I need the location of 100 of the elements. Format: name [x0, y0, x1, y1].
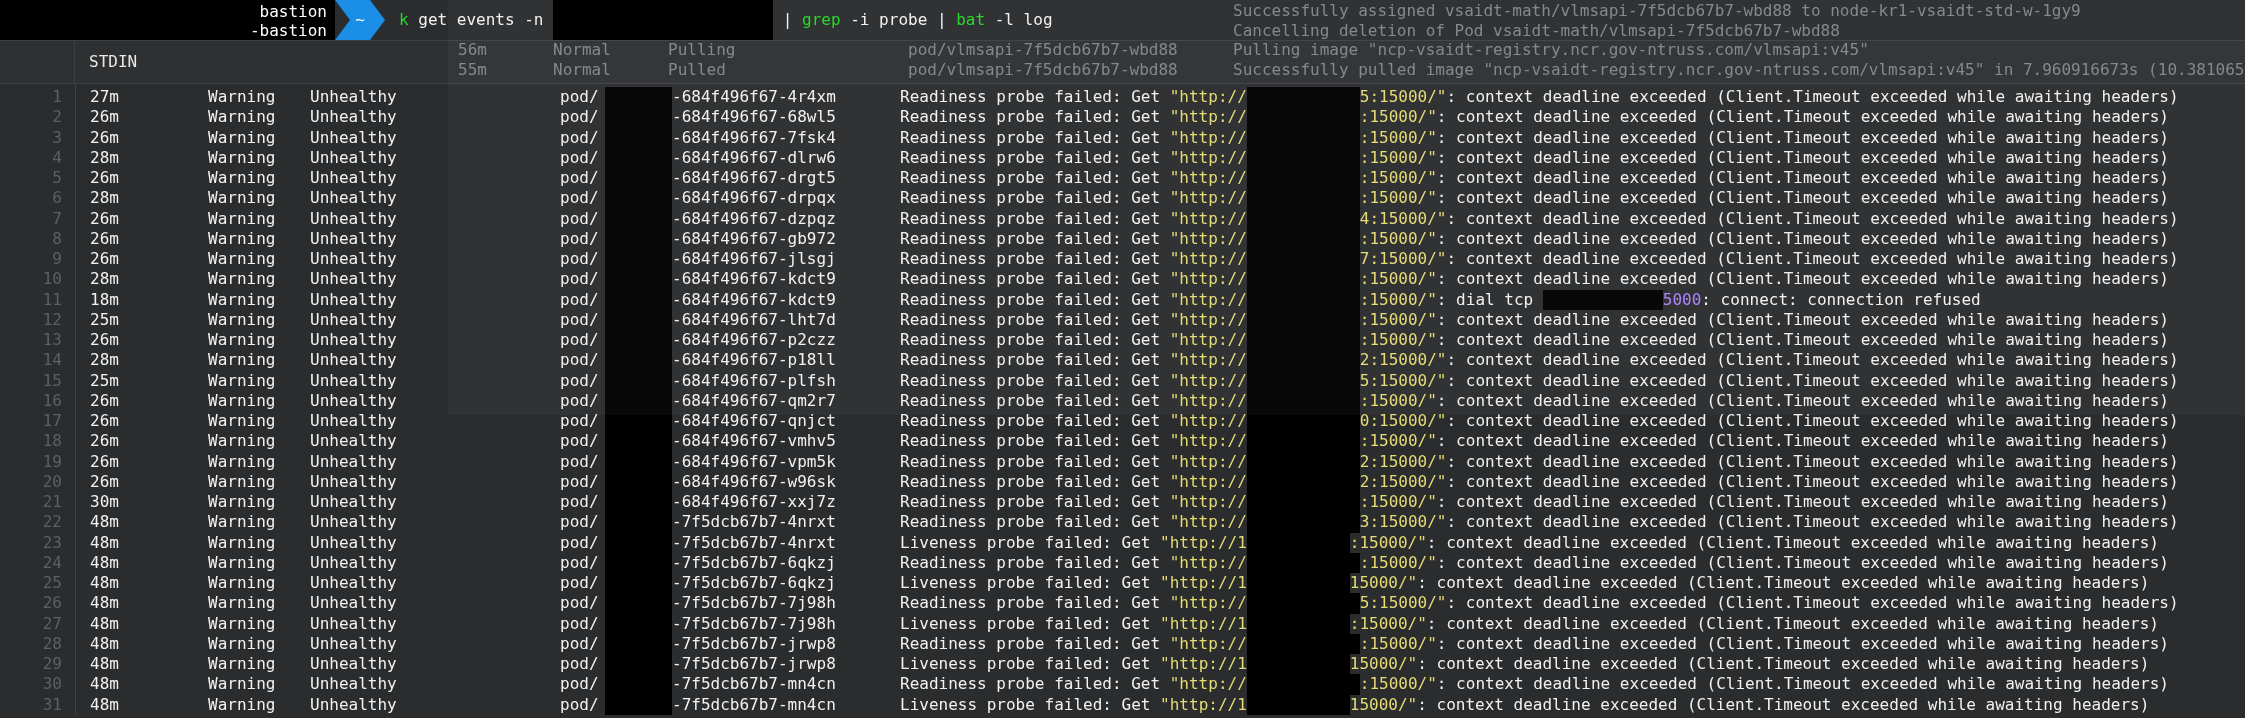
event-reason: Unhealthy: [310, 512, 398, 533]
event-reason: Unhealthy: [310, 654, 398, 675]
pod-prefix: pod/: [560, 694, 600, 715]
pod-name: -684f496f67-dzpqz: [672, 208, 837, 229]
pod-name: -7f5dcb67b7-4nrxt: [672, 532, 837, 553]
redacted-block: [605, 87, 672, 108]
url-end: :15000/": [1359, 552, 1437, 573]
error-message: : context deadline exceeded (Client.Timeout exceeded while awaiting headers): [1446, 411, 2179, 432]
event-age: 48m: [90, 654, 120, 675]
pod-name: -684f496f67-jlsgj: [672, 249, 837, 270]
event-type: Warning: [208, 654, 277, 675]
event-type: Warning: [208, 269, 277, 290]
port-number: 5000: [1662, 289, 1702, 310]
pod-prefix: pod/: [560, 188, 600, 209]
pod-prefix: pod/: [560, 147, 600, 168]
probe-text: Readiness probe failed: Get: [900, 87, 1162, 108]
pod-name: -684f496f67-w96sk: [672, 471, 837, 492]
event-age: 27m: [90, 87, 120, 108]
url-start: "http://: [1169, 228, 1247, 249]
ghost-message: Successfully pulled image "ncp-vsaidt-registry.ncr.gov-ntruss.com/vlmsapi:v45" in 7.960916673s (10.381065: [1233, 59, 2245, 79]
url-start: "http://: [1169, 188, 1247, 209]
error-message: : context deadline exceeded (Client.Timeout exceeded while awaiting headers): [1436, 168, 2169, 189]
url-start: "http://: [1169, 309, 1247, 330]
event-type: Warning: [208, 411, 277, 432]
error-message: : connect: connection refused: [1701, 289, 1981, 310]
url-start: "http://: [1169, 208, 1247, 229]
event-reason: Unhealthy: [310, 451, 398, 472]
url-end: :15000/": [1359, 330, 1437, 351]
event-reason: Unhealthy: [310, 208, 398, 229]
probe-text: Readiness probe failed: Get: [900, 370, 1162, 391]
pod-prefix: pod/: [560, 674, 600, 695]
event-type: Warning: [208, 127, 277, 148]
pod-prefix: pod/: [560, 431, 600, 452]
event-reason: Unhealthy: [310, 228, 398, 249]
probe-text: Readiness probe failed: Get: [900, 471, 1162, 492]
event-type: Warning: [208, 471, 277, 492]
pod-prefix: pod/: [560, 411, 600, 432]
pod-prefix: pod/: [560, 471, 600, 492]
pod-name: -684f496f67-qm2r7: [672, 390, 837, 411]
pod-prefix: pod/: [560, 350, 600, 371]
event-reason: Unhealthy: [310, 147, 398, 168]
url-start: "http://: [1169, 512, 1247, 533]
url-end: :15000/": [1359, 390, 1437, 411]
pod-name: -7f5dcb67b7-jrwp8: [672, 633, 837, 654]
event-type: Warning: [208, 249, 277, 270]
pod-name: -684f496f67-drgt5: [672, 168, 837, 189]
url-start: "http://: [1169, 168, 1247, 189]
probe-text: Readiness probe failed: Get: [900, 431, 1162, 452]
pod-prefix: pod/: [560, 633, 600, 654]
pod-prefix: pod/: [560, 249, 600, 270]
url-start: "http://: [1169, 370, 1247, 391]
pod-name: -684f496f67-68wl5: [672, 107, 837, 128]
event-reason: Unhealthy: [310, 431, 398, 452]
error-message: : context deadline exceeded (Client.Timeout exceeded while awaiting headers): [1417, 573, 2150, 594]
event-age: 48m: [90, 613, 120, 634]
pod-prefix: pod/: [560, 330, 600, 351]
pod-name: -684f496f67-gb972: [672, 228, 837, 249]
url-start: "http://: [1169, 330, 1247, 351]
url-end: 5:15000/": [1359, 370, 1447, 391]
event-reason: Unhealthy: [310, 107, 398, 128]
event-age: 26m: [90, 107, 120, 128]
url-end: 7:15000/": [1359, 249, 1447, 270]
url-end: 5:15000/": [1359, 87, 1447, 108]
url-start: "http://: [1169, 674, 1247, 695]
event-reason: Unhealthy: [310, 269, 398, 290]
pod-prefix: pod/: [560, 654, 600, 675]
error-message: : context deadline exceeded (Client.Timeout exceeded while awaiting headers): [1436, 127, 2169, 148]
event-age: 48m: [90, 694, 120, 715]
event-type: Warning: [208, 573, 277, 594]
error-message: : context deadline exceeded (Client.Timeout exceeded while awaiting headers): [1417, 694, 2150, 715]
event-age: 26m: [90, 451, 120, 472]
event-type: Warning: [208, 633, 277, 654]
pod-name: -7f5dcb67b7-7j98h: [672, 593, 837, 614]
error-message: : context deadline exceeded (Client.Timeout exceeded while awaiting headers): [1436, 269, 2169, 290]
pod-name: -684f496f67-kdct9: [672, 269, 837, 290]
probe-text: Readiness probe failed: Get: [900, 208, 1162, 229]
error-message: : context deadline exceeded (Client.Timeout exceeded while awaiting headers): [1417, 654, 2150, 675]
pod-prefix: pod/: [560, 127, 600, 148]
url-start: "http://: [1169, 87, 1247, 108]
ghost-object: pod/vlmsapi-7f5dcb67b7-wbd88: [908, 40, 1179, 60]
command-text: |: [781, 9, 794, 31]
event-type: Warning: [208, 289, 277, 310]
dial-text: : dial tcp: [1436, 289, 1535, 310]
error-message: : context deadline exceeded (Client.Timeout exceeded while awaiting headers): [1426, 613, 2159, 634]
event-reason: Unhealthy: [310, 390, 398, 411]
error-message: : context deadline exceeded (Client.Timeout exceeded while awaiting headers): [1436, 390, 2169, 411]
event-age: 30m: [90, 492, 120, 513]
error-message: : context deadline exceeded (Client.Timeout exceeded while awaiting headers): [1436, 674, 2169, 695]
event-age: 28m: [90, 269, 120, 290]
pod-name: -684f496f67-p18ll: [672, 350, 837, 371]
event-reason: Unhealthy: [310, 350, 398, 371]
url-end: 15000/": [1349, 654, 1418, 675]
probe-text: Readiness probe failed: Get: [900, 107, 1162, 128]
error-message: : context deadline exceeded (Client.Timeout exceeded while awaiting headers): [1436, 228, 2169, 249]
pod-name: -684f496f67-p2czz: [672, 330, 837, 351]
probe-text: Readiness probe failed: Get: [900, 552, 1162, 573]
event-reason: Unhealthy: [310, 411, 398, 432]
event-reason: Unhealthy: [310, 249, 398, 270]
pod-prefix: pod/: [560, 512, 600, 533]
probe-text: Readiness probe failed: Get: [900, 309, 1162, 330]
